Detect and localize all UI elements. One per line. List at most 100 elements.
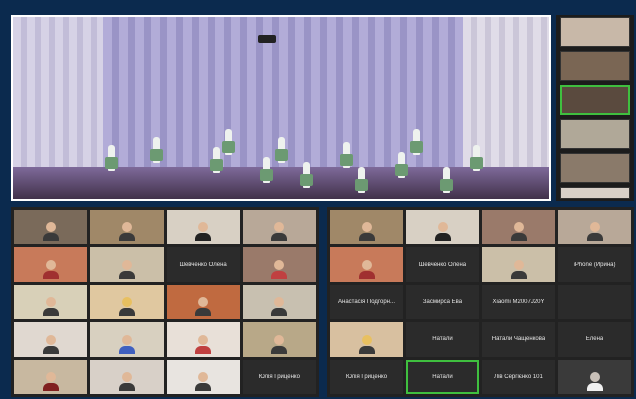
participant-tile[interactable]: iPhone (Ирина) (558, 247, 631, 282)
participant-avatar (271, 222, 288, 242)
participant-avatar (271, 259, 288, 280)
participant-tile[interactable] (166, 359, 240, 394)
participant-name: Шевченко Олена (179, 261, 227, 268)
dancer (105, 145, 118, 171)
participant-tile[interactable] (242, 210, 316, 245)
participant-tile[interactable] (560, 187, 630, 199)
participant-tile[interactable]: Xiaomi M2007J20Y (482, 284, 555, 320)
participant-avatar (434, 222, 451, 242)
participant-tile[interactable] (166, 322, 240, 357)
dancer (300, 162, 313, 188)
participant-name: Лів Сергієнко 101 (494, 373, 543, 380)
dancer (440, 167, 453, 193)
participant-tile[interactable] (90, 247, 164, 282)
participant-name: Елена (585, 336, 604, 343)
participant-tile[interactable] (406, 210, 479, 245)
participant-tile[interactable] (560, 153, 630, 183)
dancer (222, 129, 235, 155)
participant-name: Анастасія Подгорн... (338, 298, 395, 305)
participant-tile[interactable] (330, 247, 403, 282)
dancer (275, 137, 288, 163)
participant-avatar (358, 259, 375, 280)
dancer (470, 145, 483, 171)
participant-name: Натали Чащенкова (491, 336, 546, 343)
participant-tile[interactable]: Засмирса Ева (406, 284, 479, 320)
participant-tile[interactable] (560, 17, 630, 47)
participant-avatar (118, 334, 135, 355)
participant-tile[interactable]: Шевченко Олена (406, 247, 479, 282)
participant-name: Натали (432, 373, 453, 380)
participant-tile[interactable] (330, 210, 403, 245)
participant-tile[interactable] (242, 284, 316, 320)
participant-tile-active[interactable] (560, 85, 630, 115)
participant-tile[interactable] (14, 284, 88, 320)
participant-tile[interactable]: Юлія Гриценко (330, 359, 403, 394)
participant-tile[interactable] (558, 359, 631, 394)
participant-avatar (586, 222, 603, 242)
participant-tile[interactable]: Лів Сергієнко 101 (482, 359, 555, 394)
participant-avatar (118, 372, 135, 392)
participant-avatar (118, 222, 135, 242)
participant-avatar (42, 259, 59, 280)
participant-name: iPhone (Ирина) (573, 261, 616, 268)
dancer (260, 157, 273, 183)
participant-tile[interactable] (14, 322, 88, 357)
participant-tile[interactable] (14, 359, 88, 394)
stage-lamp (258, 35, 276, 43)
participant-tile[interactable] (166, 284, 240, 320)
participant-avatar (271, 334, 288, 355)
participant-name: Юлія Гриценко (258, 373, 300, 380)
participant-tile[interactable]: Шевченко Олена (166, 247, 240, 282)
participant-avatar (118, 297, 135, 317)
participant-avatar (195, 297, 212, 317)
participant-tile-active[interactable]: Натали (406, 359, 479, 394)
participant-tile[interactable] (242, 322, 316, 357)
participant-tile[interactable] (330, 322, 403, 357)
participant-tile[interactable]: Юлія Гриценко (242, 359, 316, 394)
participant-tile[interactable] (560, 119, 630, 149)
participant-avatar (271, 297, 288, 317)
stage-curtain-left (13, 17, 103, 167)
participant-tile[interactable] (166, 210, 240, 245)
participant-tile[interactable] (560, 51, 630, 81)
participant-avatar (586, 372, 603, 392)
participant-tile[interactable] (482, 210, 555, 245)
participant-name: Шевченко Олена (418, 261, 467, 268)
participant-tile[interactable] (90, 359, 164, 394)
participant-tile[interactable]: Анастасія Подгорн... (330, 284, 403, 320)
participant-tile[interactable] (242, 247, 316, 282)
participant-tile[interactable] (482, 247, 555, 282)
participant-avatar (42, 297, 59, 317)
participant-avatar (195, 372, 212, 392)
participant-avatar (195, 334, 212, 355)
participant-tile[interactable] (558, 284, 631, 320)
main-speaker-video[interactable] (11, 15, 551, 201)
gallery-view-left: Шевченко Олена Юлія Гриценко (11, 207, 319, 397)
participant-tile[interactable] (558, 210, 631, 245)
participant-name: Засмирса Ева (422, 298, 463, 305)
participant-avatar (118, 259, 135, 280)
participant-avatar (42, 222, 59, 242)
gallery-view-right: Шевченко Олена iPhone (Ирина) Анастасія … (327, 207, 634, 397)
participant-avatar (358, 222, 375, 242)
dancer (340, 142, 353, 168)
participant-avatar (358, 334, 375, 355)
participant-name: Xiaomi M2007J20Y (492, 298, 545, 305)
stage-floor (13, 167, 549, 199)
participant-tile[interactable] (14, 210, 88, 245)
dancer (395, 152, 408, 178)
participant-tile[interactable]: Елена (558, 322, 631, 357)
participant-tile[interactable] (14, 247, 88, 282)
participant-name: Натали (432, 336, 453, 343)
participant-tile[interactable]: Натали (406, 322, 479, 357)
participant-tile[interactable]: Натали Чащенкова (482, 322, 555, 357)
participant-tile[interactable] (90, 210, 164, 245)
participant-strip (556, 15, 634, 201)
participant-avatar (510, 259, 527, 280)
participant-name: Юлія Гриценко (345, 373, 388, 380)
participant-avatar (42, 372, 59, 392)
participant-avatar (510, 222, 527, 242)
participant-tile[interactable] (90, 284, 164, 320)
dancer (410, 129, 423, 155)
participant-tile[interactable] (90, 322, 164, 357)
